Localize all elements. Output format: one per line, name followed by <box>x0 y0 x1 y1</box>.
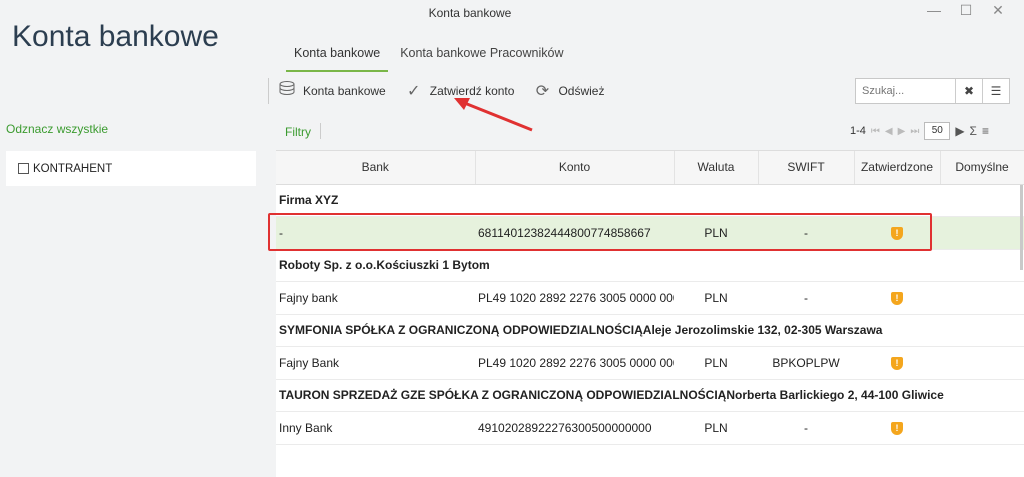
close-icon[interactable]: ✕ <box>990 2 1006 19</box>
search-box: ✖ ☰ <box>855 78 1010 104</box>
minimize-icon[interactable]: — <box>926 2 942 19</box>
prev-page-icon[interactable]: ◀ <box>885 126 893 137</box>
maximize-icon[interactable]: ☐ <box>958 2 974 19</box>
bank-accounts-grid: Bank Konto Waluta SWIFT Zatwierdzone Dom… <box>276 150 1024 477</box>
filter-kontrahent[interactable]: KONTRAHENT <box>6 151 256 186</box>
warning-shield-icon: ! <box>891 422 903 436</box>
warning-shield-icon: ! <box>891 357 903 371</box>
search-input[interactable] <box>856 79 955 103</box>
cell-konto: PL49 1020 2892 2276 3005 0000 0000 <box>475 281 674 315</box>
first-page-icon[interactable]: ⏮ <box>871 126 880 137</box>
dropdown-icon[interactable]: ▶ <box>955 124 964 138</box>
cell-konto: 49102028922276300500000000 <box>475 411 674 445</box>
pager: 1-4 ⏮ ◀ ▶ ⏭ 50 ▶ Σ ≡ <box>850 122 989 140</box>
cell-zatwierdzone: ! <box>854 411 940 445</box>
column-header-waluta[interactable]: Waluta <box>674 151 759 185</box>
checkbox[interactable] <box>18 163 29 174</box>
group-name: Roboty Sp. z o.o.Kościuszki 1 Bytom <box>276 249 1024 282</box>
coins-icon <box>277 80 297 103</box>
cell-swift: BPKOPLPW <box>758 346 854 380</box>
group-row[interactable]: TAURON SPRZEDAŻ GZE SPÓŁKA Z OGRANICZONĄ… <box>276 379 1024 412</box>
clear-search-icon[interactable]: ✖ <box>955 79 982 103</box>
column-header-konto[interactable]: Konto <box>475 151 675 185</box>
bank-accounts-button[interactable]: Konta bankowe <box>277 80 386 103</box>
cell-swift: - <box>758 411 854 445</box>
annotation-arrow-icon <box>454 98 533 132</box>
cell-bank: Fajny Bank <box>276 346 475 380</box>
column-header-zatwierdzone[interactable]: Zatwierdzone <box>854 151 941 185</box>
grid-header-row: Bank Konto Waluta SWIFT Zatwierdzone Dom… <box>276 151 1024 185</box>
sum-icon[interactable]: Σ <box>970 124 977 138</box>
refresh-label: Odśwież <box>558 84 605 98</box>
page-range: 1-4 <box>850 125 866 137</box>
table-row[interactable]: Fajny Bank PL49 1020 2892 2276 3005 0000… <box>276 346 1024 380</box>
cell-bank: Inny Bank <box>276 411 475 445</box>
filter-kontrahent-label: KONTRAHENT <box>33 162 113 175</box>
tab-bar: Konta bankowe Konta bankowe Pracowników <box>286 46 575 72</box>
toolbar: Konta bankowe ✓ Zatwierdź konto ⟳ Odświe… <box>268 78 622 104</box>
group-name: SYMFONIA SPÓŁKA Z OGRANICZONĄ ODPOWIEDZI… <box>276 314 1024 347</box>
cell-domyslne <box>940 346 1024 380</box>
checkmark-icon: ✓ <box>407 83 421 100</box>
cell-domyslne <box>940 411 1024 445</box>
cell-domyslne <box>940 281 1024 315</box>
group-row[interactable]: Roboty Sp. z o.o.Kościuszki 1 Bytom <box>276 249 1024 282</box>
cell-waluta: PLN <box>674 346 758 380</box>
cell-zatwierdzone: ! <box>854 281 940 315</box>
cell-waluta: PLN <box>674 411 758 445</box>
table-row[interactable]: Inny Bank 49102028922276300500000000 PLN… <box>276 411 1024 445</box>
deselect-all-link[interactable]: Odznacz wszystkie <box>6 122 108 136</box>
cell-bank: Fajny bank <box>276 281 475 315</box>
warning-shield-icon: ! <box>891 292 903 306</box>
group-row[interactable]: SYMFONIA SPÓŁKA Z OGRANICZONĄ ODPOWIEDZI… <box>276 314 1024 347</box>
group-name: TAURON SPRZEDAŻ GZE SPÓŁKA Z OGRANICZONĄ… <box>276 379 1024 412</box>
scrollbar[interactable] <box>1020 185 1023 270</box>
columns-menu-icon[interactable]: ≡ <box>982 124 989 138</box>
tab-konta-pracownikow[interactable]: Konta bankowe Pracowników <box>392 46 571 72</box>
column-header-bank[interactable]: Bank <box>276 151 476 185</box>
group-row[interactable]: Firma XYZ <box>276 184 1024 217</box>
last-page-icon[interactable]: ⏭ <box>910 126 919 137</box>
annotation-highlight-box <box>268 213 932 251</box>
menu-icon[interactable]: ☰ <box>982 79 1009 103</box>
cell-domyslne <box>940 216 1024 250</box>
cell-swift: - <box>758 281 854 315</box>
window-title: Konta bankowe <box>428 6 512 20</box>
next-page-icon[interactable]: ▶ <box>898 126 906 137</box>
column-header-swift[interactable]: SWIFT <box>758 151 855 185</box>
page-title: Konta bankowe <box>12 20 219 53</box>
cell-waluta: PLN <box>674 281 758 315</box>
window-controls: — ☐ ✕ <box>926 2 1006 19</box>
page-size-input[interactable]: 50 <box>924 122 951 140</box>
cell-zatwierdzone: ! <box>854 346 940 380</box>
group-name: Firma XYZ <box>276 184 1024 217</box>
filters-link[interactable]: Filtry <box>285 125 311 139</box>
column-header-domyslne[interactable]: Domyślne <box>940 151 1024 185</box>
bank-accounts-label: Konta bankowe <box>303 84 386 98</box>
tab-konta-bankowe[interactable]: Konta bankowe <box>286 46 389 72</box>
divider <box>320 123 321 139</box>
table-row[interactable]: Fajny bank PL49 1020 2892 2276 3005 0000… <box>276 281 1024 315</box>
cell-konto: PL49 1020 2892 2276 3005 0000 0000 <box>475 346 674 380</box>
